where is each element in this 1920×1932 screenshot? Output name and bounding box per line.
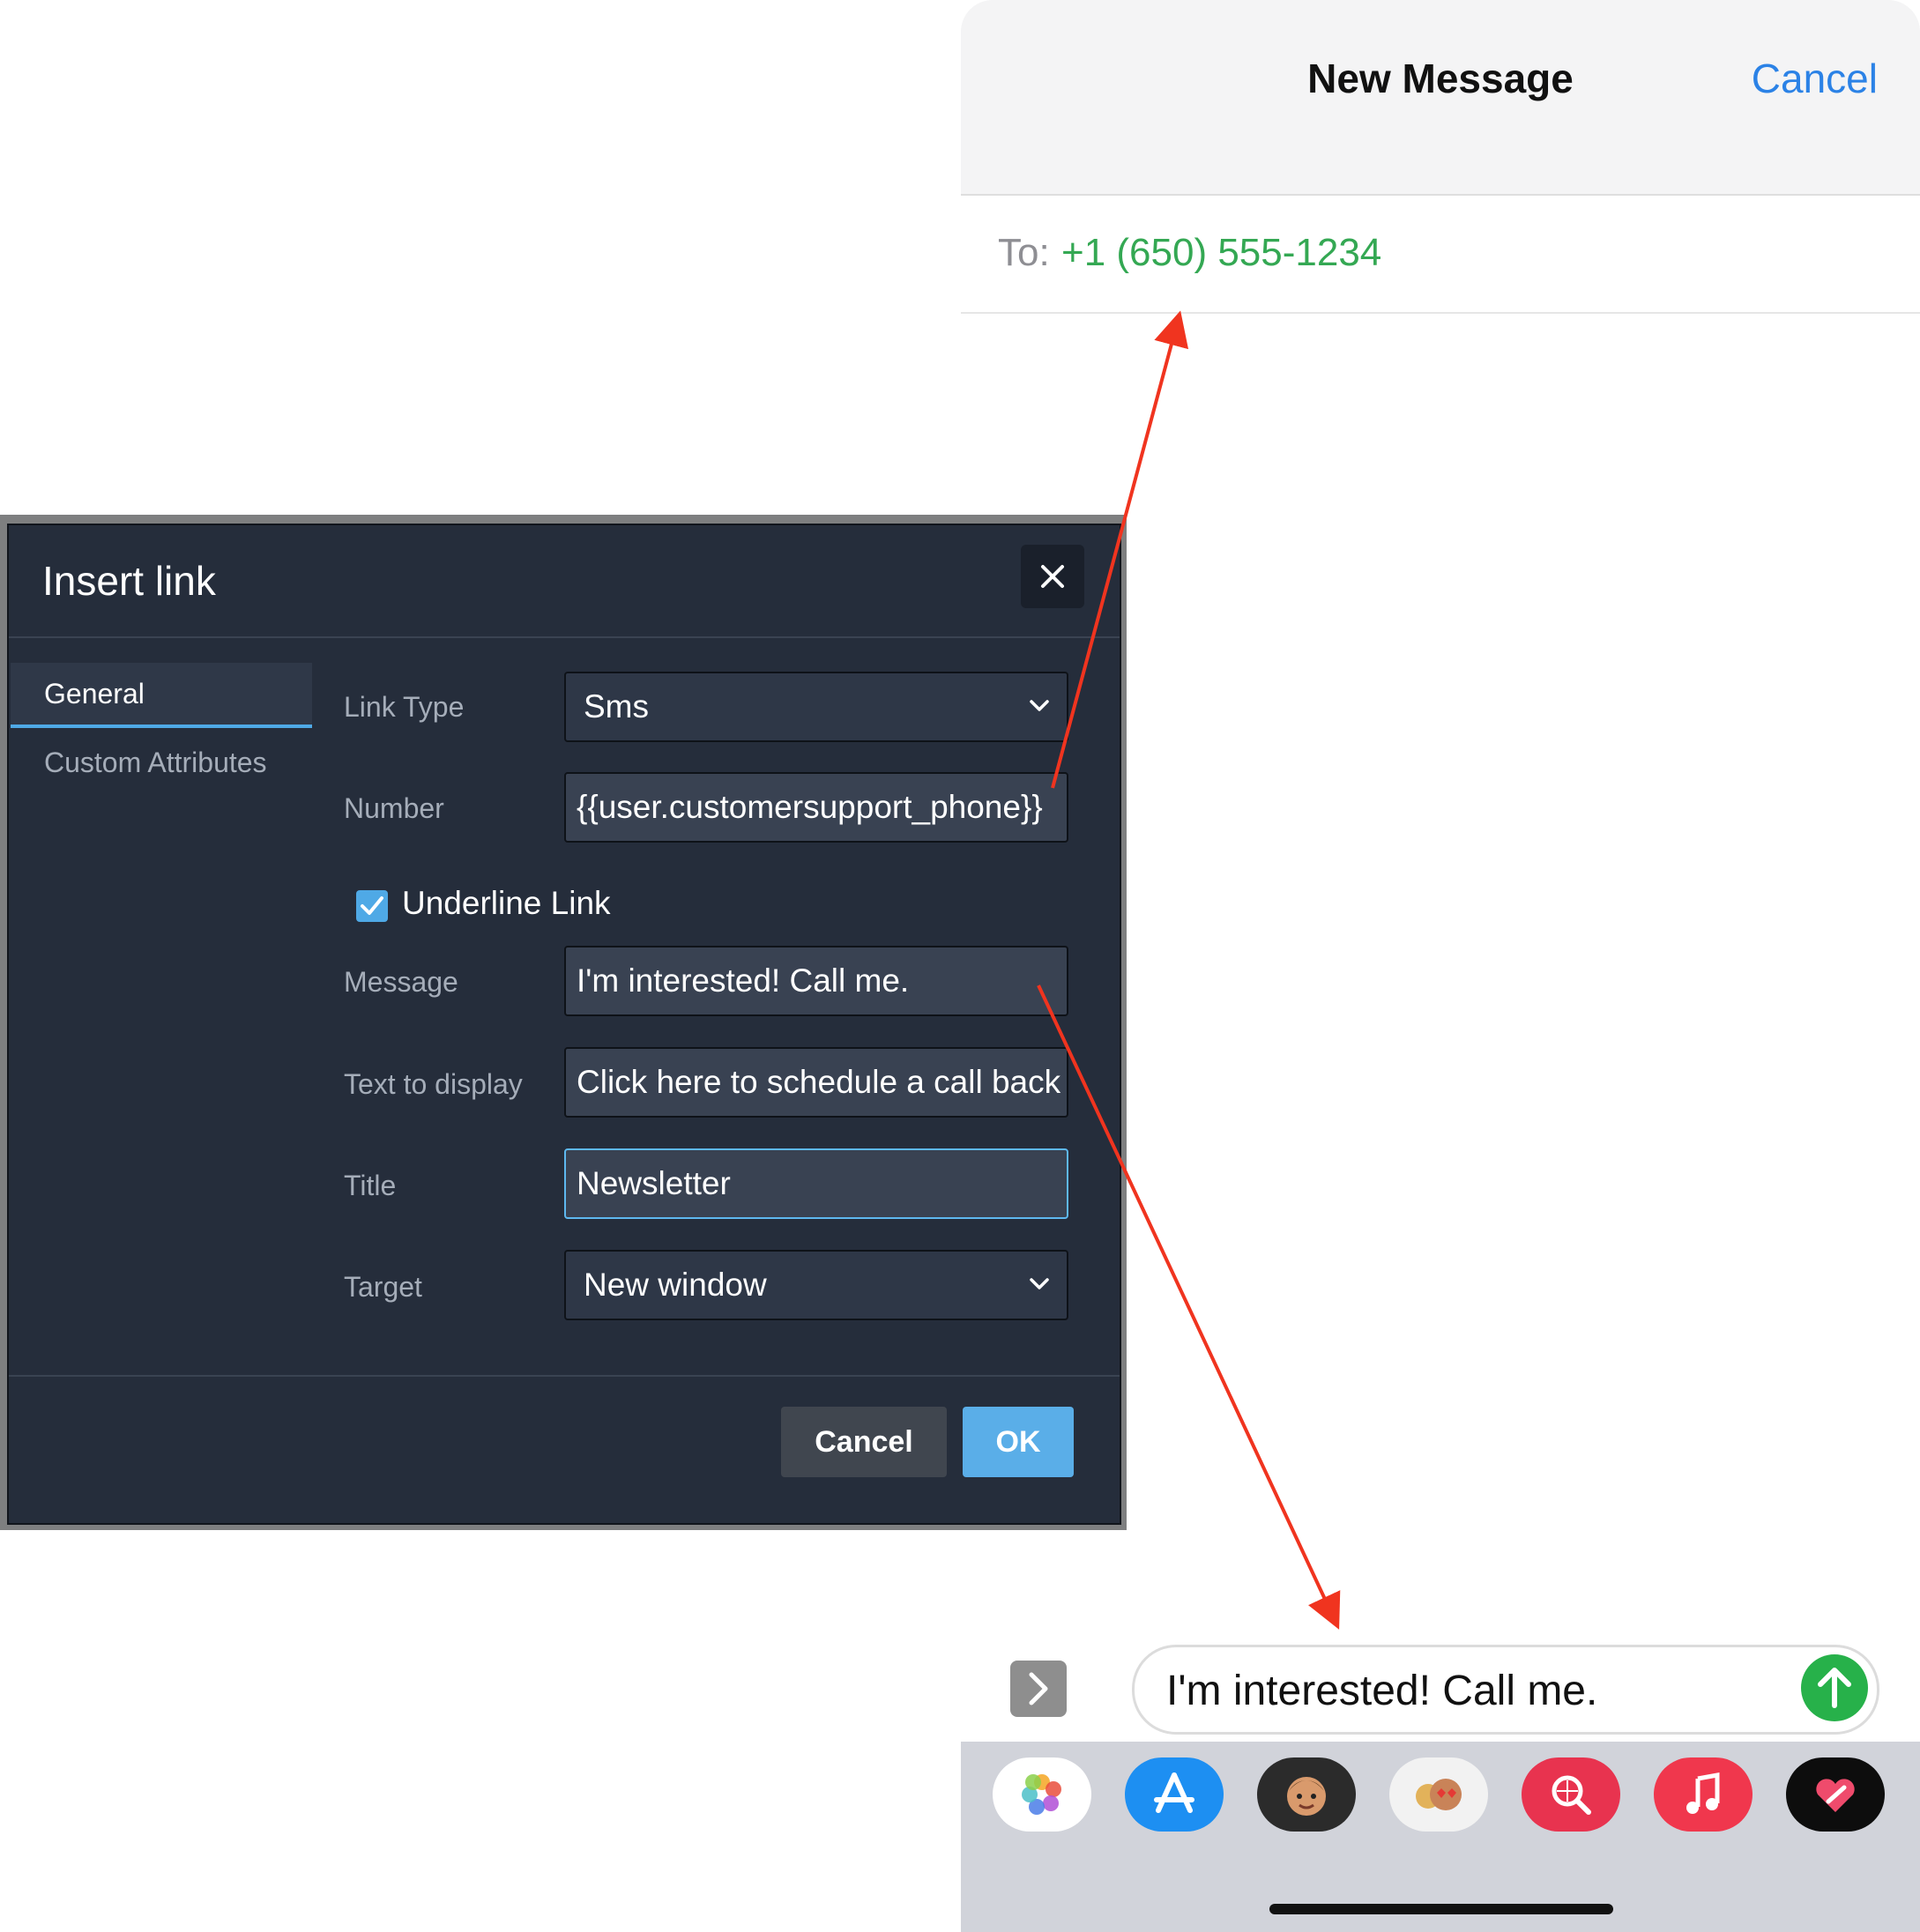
navigation-bar: New Message Cancel — [961, 0, 1920, 196]
number-label: Number — [344, 792, 444, 824]
digital-touch-icon[interactable] — [1786, 1757, 1885, 1832]
animoji-stickers-icon[interactable] — [1389, 1757, 1488, 1832]
chevron-down-icon — [1030, 1278, 1049, 1289]
ok-button[interactable]: OK — [963, 1407, 1074, 1477]
cancel-button[interactable]: Cancel — [1752, 55, 1878, 102]
recipient-number[interactable]: +1 (650) 555-1234 — [1061, 231, 1381, 275]
dialog-header: Insert link — [9, 525, 1120, 638]
tab-custom-attributes[interactable]: Custom Attributes — [11, 732, 312, 797]
chevron-right-icon — [1029, 1672, 1048, 1705]
number-input[interactable]: {{user.customersupport_phone}} — [564, 772, 1068, 843]
target-value: New window — [584, 1267, 767, 1303]
image-search-icon[interactable] — [1522, 1757, 1620, 1832]
text-to-display-label: Text to display — [344, 1068, 523, 1100]
close-button[interactable] — [1021, 545, 1084, 608]
send-button[interactable] — [1801, 1654, 1868, 1721]
photos-icon[interactable] — [993, 1757, 1091, 1832]
tab-general[interactable]: General — [11, 663, 312, 728]
memoji-icon[interactable] — [1257, 1757, 1356, 1832]
title-input[interactable]: Newsletter — [564, 1148, 1068, 1219]
message-input[interactable]: I'm interested! Call me. — [1132, 1645, 1879, 1735]
text-to-display-input[interactable]: Click here to schedule a call back — [564, 1047, 1068, 1118]
target-label: Target — [344, 1271, 422, 1303]
dialog-backdrop: Insert link General Custom Attributes Li… — [0, 515, 1127, 1530]
link-type-label: Link Type — [344, 691, 465, 723]
target-select[interactable]: New window — [564, 1250, 1068, 1320]
link-type-value: Sms — [584, 688, 649, 724]
imessage-app-drawer — [961, 1742, 1920, 1932]
to-label: To: — [998, 231, 1050, 274]
dialog-footer — [9, 1375, 1120, 1525]
app-store-icon[interactable] — [1125, 1757, 1224, 1832]
expand-apps-button[interactable] — [1010, 1661, 1067, 1717]
dialog-cancel-button[interactable]: Cancel — [781, 1407, 947, 1477]
checkmark-icon — [361, 896, 383, 915]
recipient-row[interactable]: To: +1 (650) 555-1234 — [961, 196, 1920, 314]
message-label: Message — [344, 966, 458, 998]
chevron-down-icon — [1030, 700, 1049, 711]
close-icon — [1041, 565, 1064, 588]
message-field[interactable]: I'm interested! Call me. — [564, 946, 1068, 1016]
underline-link-checkbox[interactable] — [356, 890, 388, 922]
title-label: Title — [344, 1170, 397, 1201]
link-type-select[interactable]: Sms — [564, 672, 1068, 742]
message-input-text: I'm interested! Call me. — [1166, 1668, 1598, 1714]
insert-link-dialog: Insert link General Custom Attributes Li… — [7, 524, 1121, 1525]
underline-link-label[interactable]: Underline Link — [402, 885, 611, 922]
dialog-title: Insert link — [42, 558, 216, 604]
home-indicator — [1269, 1904, 1613, 1914]
arrow-up-icon — [1818, 1668, 1851, 1708]
music-icon[interactable] — [1654, 1757, 1753, 1832]
